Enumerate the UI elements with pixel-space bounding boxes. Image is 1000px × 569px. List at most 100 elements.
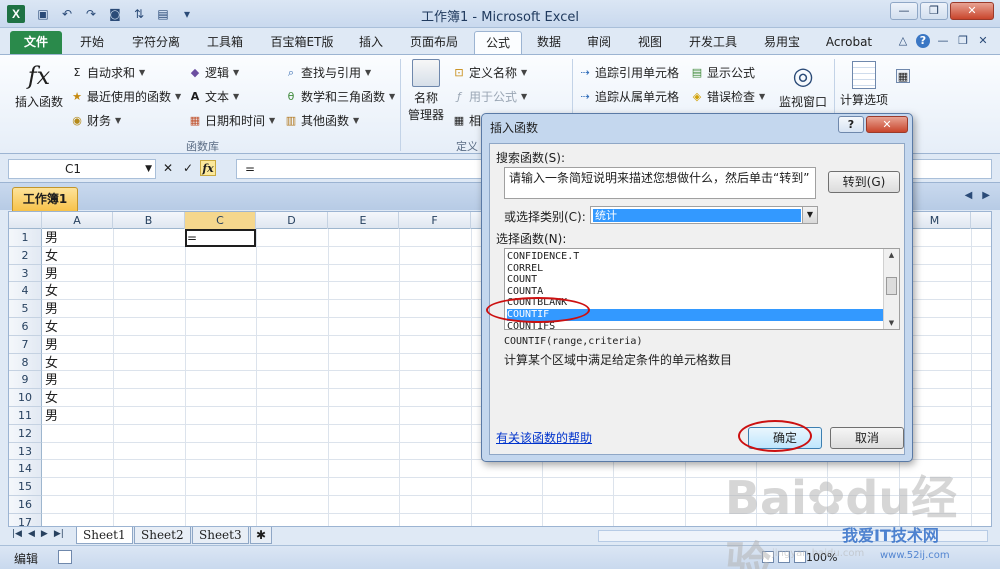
row-header[interactable]: 14: [9, 460, 42, 479]
cell-a[interactable]: 男: [45, 230, 58, 247]
column-header[interactable]: D: [256, 212, 328, 229]
function-list-scrollbar[interactable]: ▲ ▼: [883, 249, 899, 329]
error-checking-button[interactable]: ◈ 错误检查 ▼: [690, 88, 765, 105]
function-list-item[interactable]: COUNTIFS: [507, 321, 883, 329]
row-header[interactable]: 6: [9, 318, 42, 336]
name-manager-button[interactable]: 名称 管理器: [404, 59, 448, 123]
row-header[interactable]: 17: [9, 513, 42, 526]
cell-a[interactable]: 女: [45, 390, 58, 407]
macro-record-icon[interactable]: [58, 550, 72, 564]
tab-baibaoxiang[interactable]: 百宝箱ET版: [262, 31, 342, 54]
trace-precedents-button[interactable]: ⇢ 追踪引用单元格: [578, 64, 679, 81]
tab-insert[interactable]: 插入: [350, 31, 392, 54]
confirm-entry-icon[interactable]: ✓: [180, 160, 196, 176]
new-sheet-icon[interactable]: ✱: [250, 527, 272, 544]
cell-a[interactable]: 男: [45, 408, 58, 425]
row-header[interactable]: 3: [9, 264, 42, 283]
scroll-up-icon[interactable]: ▲: [884, 249, 899, 261]
row-header[interactable]: 9: [9, 371, 42, 390]
row-header[interactable]: 10: [9, 389, 42, 407]
go-button[interactable]: 转到(G): [828, 171, 900, 193]
tab-developer[interactable]: 开发工具: [680, 31, 746, 54]
workbook-close-icon[interactable]: ✕: [976, 34, 990, 48]
cell-a[interactable]: 男: [45, 266, 58, 283]
tab-formulas[interactable]: 公式: [474, 31, 522, 54]
lookup-button[interactable]: ⌕ 查找与引用 ▼: [284, 64, 371, 81]
chevron-right-icon[interactable]: ▶: [982, 190, 990, 201]
help-icon[interactable]: ?: [916, 34, 930, 48]
tab-file[interactable]: 文件: [10, 31, 62, 54]
chevron-down-icon[interactable]: ▼: [145, 160, 152, 178]
cancel-entry-icon[interactable]: ✕: [160, 160, 176, 176]
financial-button[interactable]: ◉ 财务 ▼: [70, 112, 121, 129]
row-header[interactable]: 4: [9, 282, 42, 301]
insert-function-fx-icon[interactable]: fx: [200, 160, 216, 176]
column-header[interactable]: B: [113, 212, 185, 229]
dialog-help-button[interactable]: ?: [838, 116, 864, 133]
math-button[interactable]: θ 数学和三角函数 ▼: [284, 88, 396, 105]
tab-page-layout[interactable]: 页面布局: [400, 31, 468, 54]
use-in-formula-button[interactable]: ƒ 用于公式 ▼: [452, 88, 527, 105]
calc-options-button[interactable]: 计算选项: [838, 61, 890, 108]
tab-toolbox[interactable]: 工具箱: [196, 31, 254, 54]
sheet-tab-sheet2[interactable]: Sheet2: [134, 527, 191, 544]
last-sheet-icon[interactable]: ▶|: [54, 529, 64, 539]
function-list-item[interactable]: COUNTA: [507, 286, 883, 298]
cell-a[interactable]: 男: [45, 301, 58, 318]
workbook-minimize-icon[interactable]: —: [936, 34, 950, 48]
function-help-link[interactable]: 有关该函数的帮助: [496, 429, 592, 446]
dialog-close-button[interactable]: ✕: [866, 116, 908, 133]
column-header[interactable]: A: [42, 212, 113, 229]
cell-a[interactable]: 男: [45, 372, 58, 389]
row-header[interactable]: 7: [9, 335, 42, 354]
row-header[interactable]: 13: [9, 442, 42, 461]
cell-c1[interactable]: =: [187, 230, 197, 247]
row-header[interactable]: 5: [9, 300, 42, 318]
tab-view[interactable]: 视图: [628, 31, 672, 54]
restore-button[interactable]: ❐: [920, 2, 948, 20]
sheet-tab-sheet1[interactable]: Sheet1: [76, 527, 133, 544]
column-header[interactable]: F: [399, 212, 471, 229]
name-box[interactable]: C1 ▼: [8, 159, 156, 179]
show-formulas-button[interactable]: ▤ 显示公式: [690, 64, 755, 81]
create-from-selection-button[interactable]: ▦ 相: [452, 112, 481, 129]
workbook-tab[interactable]: 工作簿1: [12, 187, 78, 211]
scroll-thumb[interactable]: [886, 277, 897, 295]
define-name-button[interactable]: ⊡ 定义名称 ▼: [452, 64, 527, 81]
autosum-button[interactable]: Σ 自动求和 ▼: [70, 64, 146, 81]
cell-a[interactable]: 男: [45, 337, 58, 354]
row-header[interactable]: 11: [9, 407, 42, 425]
column-header[interactable]: C: [185, 212, 256, 229]
row-header[interactable]: 1: [9, 229, 42, 247]
tab-char-split[interactable]: 字符分离: [122, 31, 190, 54]
cancel-button[interactable]: 取消: [830, 427, 904, 449]
tab-review[interactable]: 审阅: [578, 31, 620, 54]
minimize-button[interactable]: —: [890, 2, 918, 20]
workbook-restore-icon[interactable]: ❐: [956, 34, 970, 48]
category-select[interactable]: 统计 ▼: [590, 206, 818, 224]
trace-dependents-button[interactable]: ⇢ 追踪从属单元格: [578, 88, 679, 105]
cell-a[interactable]: 女: [45, 248, 58, 265]
cell-a[interactable]: 女: [45, 319, 58, 336]
sheet-tab-sheet3[interactable]: Sheet3: [192, 527, 249, 544]
prev-sheet-icon[interactable]: ◀: [28, 529, 35, 539]
logical-button[interactable]: ◆ 逻辑 ▼: [188, 64, 239, 81]
select-all-corner[interactable]: [9, 212, 42, 229]
calc-now-button[interactable]: ▦: [896, 69, 910, 83]
row-header[interactable]: 2: [9, 246, 42, 265]
row-header[interactable]: 15: [9, 478, 42, 496]
minimize-ribbon-icon[interactable]: △: [896, 34, 910, 48]
tab-home[interactable]: 开始: [70, 31, 114, 54]
scroll-down-icon[interactable]: ▼: [884, 317, 899, 329]
chevron-left-icon[interactable]: ◀: [965, 190, 973, 201]
column-header[interactable]: E: [328, 212, 399, 229]
next-sheet-icon[interactable]: ▶: [41, 529, 48, 539]
close-window-button[interactable]: ✕: [950, 2, 994, 20]
chevron-down-icon[interactable]: ▼: [802, 207, 817, 223]
cell-a[interactable]: 女: [45, 283, 58, 300]
tab-acrobat[interactable]: Acrobat: [818, 31, 880, 54]
row-header[interactable]: 12: [9, 424, 42, 443]
function-list-item[interactable]: COUNT: [507, 274, 883, 286]
first-sheet-icon[interactable]: |◀: [12, 529, 22, 539]
watch-window-button[interactable]: ◎ 监视窗口: [776, 61, 830, 110]
